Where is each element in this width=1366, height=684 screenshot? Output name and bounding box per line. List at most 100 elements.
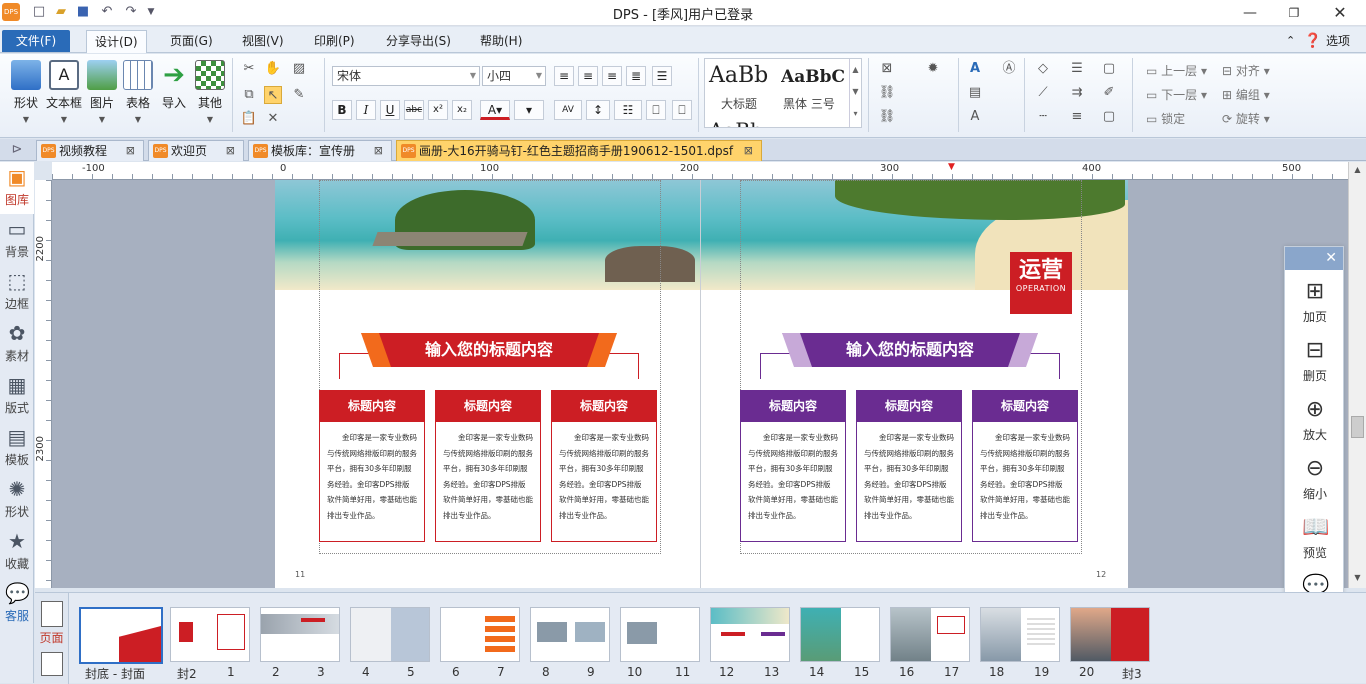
bold-button[interactable]: B (332, 100, 352, 120)
sidebar-item-support[interactable]: 💬 客服 (0, 578, 34, 630)
align-right-icon[interactable]: ≡ (602, 66, 622, 86)
menu-page[interactable]: 页面(G) (162, 30, 221, 52)
shape-button[interactable]: 形状 ▼ (6, 58, 46, 132)
menu-print[interactable]: 印刷(P) (306, 30, 363, 52)
bring-forward-button[interactable]: ▭ 上一层 ▾ (1146, 62, 1207, 79)
strikethrough-button[interactable]: abc (404, 100, 424, 120)
menu-share-export[interactable]: 分享导出(S) (378, 30, 459, 52)
table-button[interactable]: 表格 ▼ (118, 58, 158, 132)
menu-design[interactable]: 设计(D) (86, 30, 147, 53)
copy-icon[interactable]: ⧉ (240, 86, 258, 104)
tab-welcome[interactable]: DPS 欢迎页 ⊠ (148, 140, 244, 161)
font-size-select[interactable]: 小四 ▼ (482, 66, 546, 86)
justify-icon[interactable]: ≣ (626, 66, 646, 86)
design-canvas[interactable]: 运营 OPERATION 输入您的标题内容 标题内容 金印客是一家专业数码与传统… (52, 180, 1348, 588)
preview-button[interactable]: 📖 预览 (1285, 509, 1345, 567)
thumbnail-spread[interactable] (170, 607, 250, 662)
link-icon[interactable]: ⛓ (878, 84, 896, 102)
font-color-icon[interactable]: A▾ (480, 100, 510, 120)
panel-close-icon[interactable]: ✕ (1285, 247, 1343, 270)
sidebar-item-template[interactable]: ▤ 模板 (0, 422, 34, 474)
crop-icon[interactable]: ⊠ (878, 60, 896, 78)
scroll-thumb[interactable] (1351, 416, 1364, 438)
text-frame-icon[interactable]: ⎕ (672, 100, 692, 120)
thumbnail-spread[interactable] (890, 607, 970, 662)
content-card[interactable]: 标题内容 金印客是一家专业数码与传统网络排版印刷的服务平台，拥有30多年印刷服务… (435, 390, 541, 542)
thumbnail-cover[interactable] (79, 607, 163, 664)
unlink-icon[interactable]: ⛓ (878, 108, 896, 126)
other-button[interactable]: 其他 ▼ (190, 58, 230, 132)
minimize-button[interactable]: — (1230, 2, 1270, 24)
eraser-icon[interactable]: ✐ (1100, 84, 1118, 102)
add-page-button[interactable]: ⊞ 加页 (1285, 273, 1345, 331)
thumbnail-spread[interactable] (350, 607, 430, 662)
line-style-icon[interactable]: ┄ (1034, 108, 1052, 126)
line-weight-icon[interactable]: ≡ (1068, 108, 1086, 126)
sidebar-item-border[interactable]: ⬚ 边框 (0, 266, 34, 318)
content-card[interactable]: 标题内容 金印客是一家专业数码与传统网络排版印刷的服务平台，拥有30多年印刷服务… (740, 390, 846, 542)
sidebar-item-shape[interactable]: ✺ 形状 (0, 474, 34, 526)
page-spread[interactable]: 运营 OPERATION 输入您的标题内容 标题内容 金印客是一家专业数码与传统… (275, 180, 1128, 588)
scroll-up-arrow-icon[interactable]: ▲ (1349, 162, 1366, 178)
tab-close-icon[interactable]: ⊠ (126, 141, 135, 161)
tab-close-icon[interactable]: ⊠ (374, 141, 383, 161)
tab-template-library[interactable]: DPS 模板库：宣传册 ⊠ (248, 140, 392, 161)
style-gallery[interactable]: AaBb AaBbCc 大标题 黑体 三号 AaBb ▲▼▾ (704, 58, 862, 128)
hand-icon[interactable]: ✋ (264, 60, 282, 78)
text-direction-icon[interactable]: ⎕ (646, 100, 666, 120)
sidebar-item-material[interactable]: ✿ 素材 (0, 318, 34, 370)
thumbnail-spread[interactable] (440, 607, 520, 662)
arrow-style-icon[interactable]: ⇉ (1068, 84, 1086, 102)
line-color-icon[interactable]: ⟋ (1034, 84, 1052, 102)
text-style-icon[interactable]: A (966, 60, 984, 78)
lock-button[interactable]: ▭ 锁定 (1146, 110, 1185, 127)
text-wrap-icon[interactable]: Ⓐ (1000, 60, 1018, 78)
panel-toggle-icon[interactable]: ⊳ (8, 141, 26, 159)
underline-button[interactable]: U (380, 100, 400, 120)
highlight-icon[interactable]: ▾ (514, 100, 544, 120)
maximize-button[interactable]: ❐ (1274, 2, 1314, 24)
thumbnail-spread[interactable] (800, 607, 880, 662)
align-center-icon[interactable]: ≡ (578, 66, 598, 86)
char-spacing-icon[interactable]: AV (554, 100, 582, 120)
align-left-icon[interactable]: ≡ (554, 66, 574, 86)
delete-page-button[interactable]: ⊟ 删页 (1285, 332, 1345, 390)
thumbnail-spread[interactable] (1070, 607, 1150, 662)
image-button[interactable]: 图片 ▼ (82, 58, 122, 132)
tab-close-icon[interactable]: ⊠ (744, 141, 753, 161)
thumbnail-spread[interactable] (530, 607, 610, 662)
sidebar-item-favorites[interactable]: ★ 收藏 (0, 526, 34, 578)
paragraph-icon[interactable]: ☷ (614, 100, 642, 120)
line-spacing-icon[interactable]: ↕ (586, 100, 610, 120)
rotate-button[interactable]: ⟳ 旋转 ▾ (1222, 110, 1270, 127)
distribute-icon[interactable]: ☰ (652, 66, 672, 86)
border-icon[interactable]: ▢ (1100, 60, 1118, 78)
content-card[interactable]: 标题内容 金印客是一家专业数码与传统网络排版印刷的服务平台，拥有30多年印刷服务… (972, 390, 1078, 542)
superscript-icon[interactable]: x² (428, 100, 448, 120)
menu-help[interactable]: 帮助(H) (472, 30, 530, 52)
sidebar-item-layout[interactable]: ▦ 版式 (0, 370, 34, 422)
list-icon[interactable]: ☰ (1068, 60, 1086, 78)
right-section-header[interactable]: 输入您的标题内容 (782, 333, 1038, 367)
scroll-down-arrow-icon[interactable]: ▼ (1349, 570, 1366, 586)
group-button[interactable]: ⊞ 编组 ▾ (1222, 86, 1270, 103)
style-sample-2[interactable]: AaBbCc (781, 67, 845, 87)
menu-file[interactable]: 文件(F) (2, 30, 70, 52)
zoom-in-button[interactable]: ⊕ 放大 (1285, 391, 1345, 449)
sidebar-item-background[interactable]: ▭ 背景 (0, 214, 34, 266)
format-painter-icon[interactable]: ✎ (290, 86, 308, 104)
effects-icon[interactable]: ✹ (924, 60, 942, 78)
tab-close-icon[interactable]: ⊠ (226, 141, 235, 161)
tab-current-document[interactable]: DPS 画册-大16开骑马钉-红色主题招商手册190612-1501.dpsf ⊠ (396, 140, 762, 161)
thumbnail-spread[interactable] (620, 607, 700, 662)
fill-color-icon[interactable]: ◇ (1034, 60, 1052, 78)
frame-icon[interactable]: ▢ (1100, 108, 1118, 126)
import-button[interactable]: ➔ 导入 (154, 58, 194, 132)
content-card[interactable]: 标题内容 金印客是一家专业数码与传统网络排版印刷的服务平台，拥有30多年印刷服务… (551, 390, 657, 542)
textbox-button[interactable]: A 文本框 ▼ (44, 58, 84, 132)
close-window-button[interactable]: ✕ (1320, 2, 1360, 24)
zoom-out-button[interactable]: ⊖ 缩小 (1285, 450, 1345, 508)
vertical-scrollbar[interactable]: ▲ ▼ (1348, 162, 1366, 588)
sidebar-item-gallery[interactable]: ▣ 图库 (0, 162, 34, 214)
content-card[interactable]: 标题内容 金印客是一家专业数码与传统网络排版印刷的服务平台，拥有30多年印刷服务… (319, 390, 425, 542)
